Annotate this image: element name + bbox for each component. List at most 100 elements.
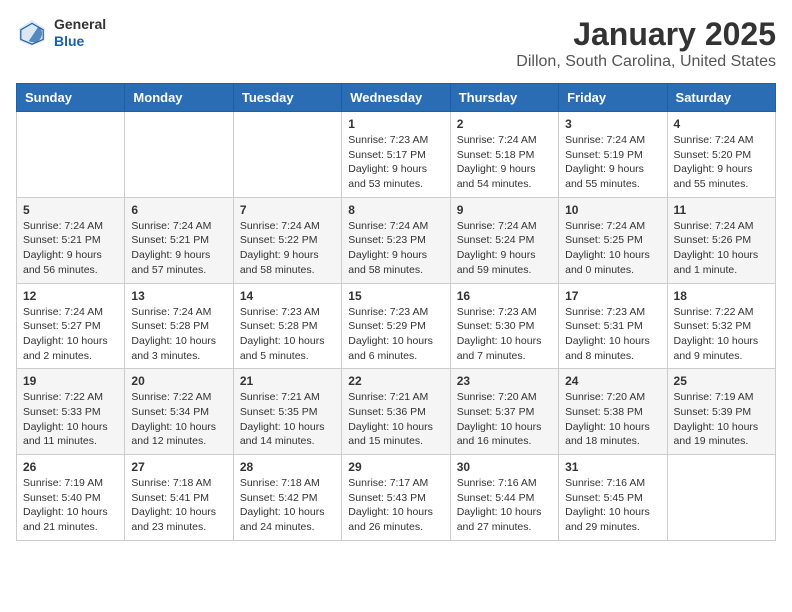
calendar-cell: 7Sunrise: 7:24 AM Sunset: 5:22 PM Daylig… [233, 197, 341, 283]
calendar-cell: 18 Sunrise: 7:22 AM Sunset: 5:32 PM Dayli… [667, 283, 775, 369]
day-number: 15 [348, 289, 443, 303]
day-number: 22 [348, 374, 443, 388]
calendar-week-row: 5 Sunrise: 7:24 AM Sunset: 5:21 PM Daylig… [17, 197, 776, 283]
day-number: 21 [240, 374, 335, 388]
day-number: 28 [240, 460, 335, 474]
day-number: 20 [131, 374, 226, 388]
calendar-cell [233, 112, 341, 198]
calendar-cell: 9 Sunrise: 7:24 AM Sunset: 5:24 PM Daylig… [450, 197, 558, 283]
day-number: 24 [565, 374, 660, 388]
day-number: 27 [131, 460, 226, 474]
weekday-header-row: SundayMondayTuesdayWednesdayThursdayFrid… [17, 84, 776, 112]
day-info: Sunrise: 7:20 AM Sunset: 5:37 PM Dayligh… [457, 390, 552, 449]
day-number: 3 [565, 117, 660, 131]
day-number: 5 [23, 203, 118, 217]
day-info: Sunrise: 7:16 AM Sunset: 5:45 PM Dayligh… [565, 476, 660, 535]
logo: General Blue [16, 16, 106, 50]
day-number: 11 [674, 203, 769, 217]
calendar-cell: 12 Sunrise: 7:24 AM Sunset: 5:27 PM Dayli… [17, 283, 125, 369]
calendar-cell: 26 Sunrise: 7:19 AM Sunset: 5:40 PM Dayli… [17, 455, 125, 541]
day-info: Sunrise: 7:22 AM Sunset: 5:32 PM Dayligh… [674, 305, 769, 364]
calendar-cell: 23Sunrise: 7:20 AM Sunset: 5:37 PM Dayli… [450, 369, 558, 455]
day-number: 4 [674, 117, 769, 131]
day-info: Sunrise: 7:21 AM Sunset: 5:35 PM Dayligh… [240, 390, 335, 449]
day-number: 31 [565, 460, 660, 474]
calendar-week-row: 26 Sunrise: 7:19 AM Sunset: 5:40 PM Dayli… [17, 455, 776, 541]
calendar-cell: 17 Sunrise: 7:23 AM Sunset: 5:31 PM Dayli… [559, 283, 667, 369]
calendar-cell: 1 Sunrise: 7:23 AM Sunset: 5:17 PM Daylig… [342, 112, 450, 198]
day-info: Sunrise: 7:18 AM Sunset: 5:41 PM Dayligh… [131, 476, 226, 535]
day-info: Sunrise: 7:23 AM Sunset: 5:31 PM Dayligh… [565, 305, 660, 364]
day-number: 18 [674, 289, 769, 303]
month-title: January 2025 [516, 16, 776, 53]
day-info: Sunrise: 7:24 AM Sunset: 5:27 PM Dayligh… [23, 305, 118, 364]
day-info: Sunrise: 7:24 AM Sunset: 5:20 PM Dayligh… [674, 133, 769, 192]
calendar-cell: 29Sunrise: 7:17 AM Sunset: 5:43 PM Dayli… [342, 455, 450, 541]
calendar-cell: 27 Sunrise: 7:18 AM Sunset: 5:41 PM Dayli… [125, 455, 233, 541]
calendar-cell: 30Sunrise: 7:16 AM Sunset: 5:44 PM Dayli… [450, 455, 558, 541]
page-header: General Blue January 2025 Dillon, South … [16, 16, 776, 71]
day-info: Sunrise: 7:24 AM Sunset: 5:28 PM Dayligh… [131, 305, 226, 364]
weekday-header: Friday [559, 84, 667, 112]
weekday-header: Wednesday [342, 84, 450, 112]
calendar-cell: 8 Sunrise: 7:24 AM Sunset: 5:23 PM Daylig… [342, 197, 450, 283]
calendar-cell [667, 455, 775, 541]
day-number: 30 [457, 460, 552, 474]
day-number: 2 [457, 117, 552, 131]
day-info: Sunrise: 7:24 AM Sunset: 5:21 PM Dayligh… [23, 219, 118, 278]
day-number: 1 [348, 117, 443, 131]
day-number: 26 [23, 460, 118, 474]
day-number: 6 [131, 203, 226, 217]
calendar-cell: 13 Sunrise: 7:24 AM Sunset: 5:28 PM Dayli… [125, 283, 233, 369]
calendar-cell: 2 Sunrise: 7:24 AM Sunset: 5:18 PM Daylig… [450, 112, 558, 198]
day-info: Sunrise: 7:21 AM Sunset: 5:36 PM Dayligh… [348, 390, 443, 449]
day-number: 12 [23, 289, 118, 303]
calendar-cell: 10Sunrise: 7:24 AM Sunset: 5:25 PM Dayli… [559, 197, 667, 283]
day-number: 19 [23, 374, 118, 388]
day-number: 14 [240, 289, 335, 303]
day-number: 13 [131, 289, 226, 303]
calendar-table: SundayMondayTuesdayWednesdayThursdayFrid… [16, 83, 776, 541]
calendar-week-row: 1 Sunrise: 7:23 AM Sunset: 5:17 PM Daylig… [17, 112, 776, 198]
day-info: Sunrise: 7:24 AM Sunset: 5:25 PM Dayligh… [565, 219, 660, 278]
day-info: Sunrise: 7:20 AM Sunset: 5:38 PM Dayligh… [565, 390, 660, 449]
day-number: 17 [565, 289, 660, 303]
day-number: 29 [348, 460, 443, 474]
weekday-header: Thursday [450, 84, 558, 112]
calendar-cell: 20 Sunrise: 7:22 AM Sunset: 5:34 PM Dayli… [125, 369, 233, 455]
day-info: Sunrise: 7:24 AM Sunset: 5:24 PM Dayligh… [457, 219, 552, 278]
calendar-week-row: 12 Sunrise: 7:24 AM Sunset: 5:27 PM Dayli… [17, 283, 776, 369]
day-info: Sunrise: 7:24 AM Sunset: 5:21 PM Dayligh… [131, 219, 226, 278]
day-info: Sunrise: 7:23 AM Sunset: 5:29 PM Dayligh… [348, 305, 443, 364]
weekday-header: Tuesday [233, 84, 341, 112]
day-info: Sunrise: 7:24 AM Sunset: 5:18 PM Dayligh… [457, 133, 552, 192]
calendar-week-row: 19Sunrise: 7:22 AM Sunset: 5:33 PM Dayli… [17, 369, 776, 455]
day-number: 9 [457, 203, 552, 217]
day-info: Sunrise: 7:23 AM Sunset: 5:17 PM Dayligh… [348, 133, 443, 192]
day-info: Sunrise: 7:19 AM Sunset: 5:40 PM Dayligh… [23, 476, 118, 535]
calendar-cell: 3 Sunrise: 7:24 AM Sunset: 5:19 PM Daylig… [559, 112, 667, 198]
day-info: Sunrise: 7:22 AM Sunset: 5:34 PM Dayligh… [131, 390, 226, 449]
day-number: 8 [348, 203, 443, 217]
calendar-cell: 19Sunrise: 7:22 AM Sunset: 5:33 PM Dayli… [17, 369, 125, 455]
calendar-cell: 25 Sunrise: 7:19 AM Sunset: 5:39 PM Dayli… [667, 369, 775, 455]
day-number: 25 [674, 374, 769, 388]
location: Dillon, South Carolina, United States [516, 53, 776, 71]
day-info: Sunrise: 7:24 AM Sunset: 5:19 PM Dayligh… [565, 133, 660, 192]
calendar-cell: 4 Sunrise: 7:24 AM Sunset: 5:20 PM Daylig… [667, 112, 775, 198]
day-number: 16 [457, 289, 552, 303]
day-info: Sunrise: 7:24 AM Sunset: 5:26 PM Dayligh… [674, 219, 769, 278]
day-info: Sunrise: 7:24 AM Sunset: 5:23 PM Dayligh… [348, 219, 443, 278]
day-info: Sunrise: 7:24 AM Sunset: 5:22 PM Dayligh… [240, 219, 335, 278]
calendar-cell: 21 Sunrise: 7:21 AM Sunset: 5:35 PM Dayli… [233, 369, 341, 455]
day-info: Sunrise: 7:19 AM Sunset: 5:39 PM Dayligh… [674, 390, 769, 449]
weekday-header: Sunday [17, 84, 125, 112]
calendar-cell [17, 112, 125, 198]
weekday-header: Monday [125, 84, 233, 112]
calendar-cell: 15 Sunrise: 7:23 AM Sunset: 5:29 PM Dayli… [342, 283, 450, 369]
calendar-cell: 24 Sunrise: 7:20 AM Sunset: 5:38 PM Dayli… [559, 369, 667, 455]
title-section: January 2025 Dillon, South Carolina, Uni… [516, 16, 776, 71]
calendar-cell: 31 Sunrise: 7:16 AM Sunset: 5:45 PM Dayli… [559, 455, 667, 541]
logo-text: General Blue [54, 16, 106, 50]
logo-blue-text: Blue [54, 33, 106, 50]
